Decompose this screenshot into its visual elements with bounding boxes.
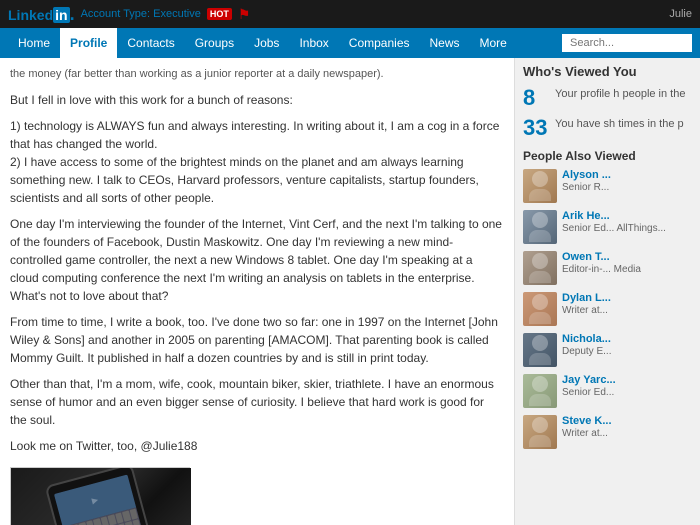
nav-news[interactable]: News — [420, 28, 470, 58]
nav-groups[interactable]: Groups — [185, 28, 244, 58]
content-area: the money (far better than working as a … — [0, 58, 700, 525]
flag-icon: ⚑ — [238, 6, 251, 23]
person-row[interactable]: Alyson ... Senior R... — [523, 169, 692, 203]
person-title: Senior Ed... AllThings... — [562, 223, 692, 235]
person-name: Arik He... — [562, 210, 692, 223]
person-name: Dylan L... — [562, 292, 692, 305]
account-type-value: Executive — [153, 8, 201, 20]
user-name: Julie — [669, 8, 692, 20]
nav-companies[interactable]: Companies — [339, 28, 420, 58]
phone-screen: ▶ — [54, 474, 145, 525]
person-name: Jay Yarc... — [562, 374, 692, 387]
person-title: Senior Ed... — [562, 387, 692, 399]
person-row[interactable]: Jay Yarc... Senior Ed... — [523, 374, 692, 408]
person-avatar — [523, 333, 557, 367]
person-avatar — [523, 210, 557, 244]
hot-badge: HOT — [207, 8, 232, 20]
phone-image: ▶ — [11, 468, 191, 525]
stat1-num: 8 — [523, 87, 555, 109]
people-also-title: People Also Viewed — [523, 149, 692, 163]
account-type-label: Account Type: Executive — [81, 8, 201, 20]
people-list: Alyson ... Senior R... Arik He... Senior… — [523, 169, 692, 449]
person-name: Alyson ... — [562, 169, 692, 182]
para-6: Other than that, I'm a mom, wife, cook, … — [10, 375, 504, 429]
person-name: Owen T... — [562, 251, 692, 264]
person-row[interactable]: Steve K... Writer at... — [523, 415, 692, 449]
stat-row-2: 33 You have sh times in the p — [523, 117, 692, 139]
phone-sim: ▶ — [45, 468, 158, 525]
navbar: Home Profile Contacts Groups Jobs Inbox … — [0, 28, 700, 58]
logo-in: in — [53, 7, 69, 23]
sidebar: Who's Viewed You 8 Your profile h people… — [515, 58, 700, 525]
person-name: Nichola... — [562, 333, 692, 346]
main-content: the money (far better than working as a … — [0, 58, 515, 525]
person-avatar — [523, 169, 557, 203]
person-avatar — [523, 374, 557, 408]
person-row[interactable]: Dylan L... Writer at... — [523, 292, 692, 326]
nav-inbox[interactable]: Inbox — [289, 28, 338, 58]
nav-contacts[interactable]: Contacts — [117, 28, 184, 58]
stat2-text: You have sh times in the p — [555, 117, 684, 131]
para-7: Look me on Twitter, too, @Julie188 — [10, 437, 504, 455]
image-block: ▶ Here's A video review I did some tim — [10, 467, 190, 525]
stat1-text: Your profile h people in the — [555, 87, 685, 101]
top-bar: Linkedin. Account Type: Executive HOT ⚑ … — [0, 0, 700, 28]
person-title: Deputy E... — [562, 346, 692, 358]
person-row[interactable]: Owen T... Editor-in-... Media — [523, 251, 692, 285]
nav-jobs[interactable]: Jobs — [244, 28, 289, 58]
linkedin-logo: Linkedin. — [8, 5, 75, 23]
logo-text: Linked — [8, 7, 53, 23]
nav-profile[interactable]: Profile — [60, 28, 117, 58]
people-also-section: People Also Viewed Alyson ... Senior R..… — [523, 149, 692, 449]
stat2-num: 33 — [523, 117, 555, 139]
person-name: Steve K... — [562, 415, 692, 428]
nav-home[interactable]: Home — [8, 28, 60, 58]
para-5: From time to time, I write a book, too. … — [10, 313, 504, 367]
para-2: But I fell in love with this work for a … — [10, 91, 504, 109]
para-4: One day I'm interviewing the founder of … — [10, 215, 504, 305]
para-3: 1) technology is ALWAYS fun and always i… — [10, 117, 504, 207]
who-viewed-title: Who's Viewed You — [523, 64, 692, 79]
stat-row-1: 8 Your profile h people in the — [523, 87, 692, 109]
person-avatar — [523, 251, 557, 285]
nav-more[interactable]: More — [470, 28, 517, 58]
person-avatar — [523, 415, 557, 449]
person-title: Writer at... — [562, 428, 692, 440]
person-title: Editor-in-... Media — [562, 264, 692, 276]
person-avatar — [523, 292, 557, 326]
person-row[interactable]: Arik He... Senior Ed... AllThings... — [523, 210, 692, 244]
person-title: Writer at... — [562, 305, 692, 317]
person-row[interactable]: Nichola... Deputy E... — [523, 333, 692, 367]
para-1: the money (far better than working as a … — [10, 66, 504, 83]
search-box — [562, 34, 692, 52]
search-input[interactable] — [562, 34, 692, 52]
person-title: Senior R... — [562, 182, 692, 194]
